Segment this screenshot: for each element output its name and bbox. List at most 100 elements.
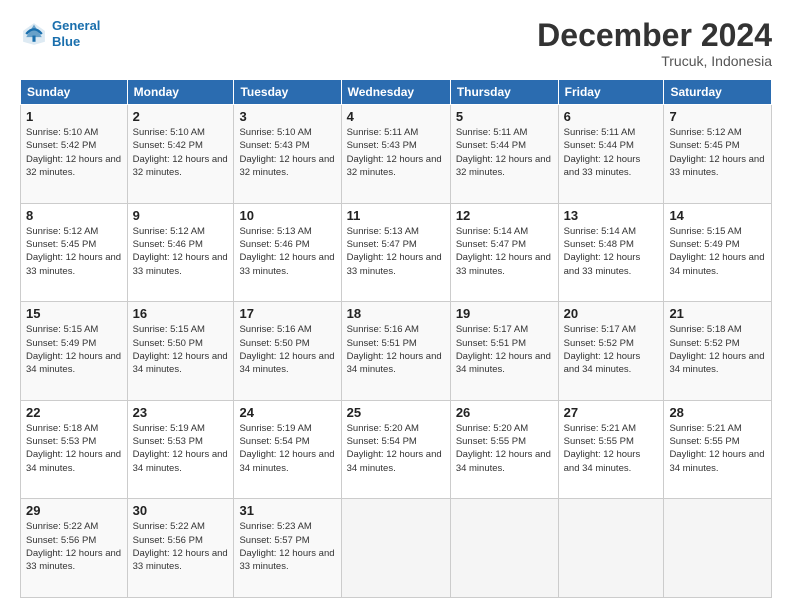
calendar-cell: 5 Sunrise: 5:11 AM Sunset: 5:44 PM Dayli… — [450, 105, 558, 204]
day-info: Sunrise: 5:11 AM Sunset: 5:43 PM Dayligh… — [347, 126, 445, 179]
calendar-body: 1 Sunrise: 5:10 AM Sunset: 5:42 PM Dayli… — [21, 105, 772, 598]
calendar-cell: 6 Sunrise: 5:11 AM Sunset: 5:44 PM Dayli… — [558, 105, 664, 204]
header-day: Sunday — [21, 80, 128, 105]
calendar-cell: 31 Sunrise: 5:23 AM Sunset: 5:57 PM Dayl… — [234, 499, 341, 598]
day-number: 21 — [669, 306, 766, 321]
sunset-label: Sunset: 5:53 PM — [133, 436, 203, 447]
day-info: Sunrise: 5:14 AM Sunset: 5:47 PM Dayligh… — [456, 225, 553, 278]
daylight-label: Daylight: 12 hours and 33 minutes. — [239, 548, 334, 572]
sunrise-label: Sunrise: 5:22 AM — [26, 521, 98, 532]
sunset-label: Sunset: 5:46 PM — [133, 239, 203, 250]
daylight-label: Daylight: 12 hours and 34 minutes. — [456, 449, 551, 473]
day-info: Sunrise: 5:22 AM Sunset: 5:56 PM Dayligh… — [133, 520, 229, 573]
sunrise-label: Sunrise: 5:19 AM — [133, 423, 205, 434]
daylight-label: Daylight: 12 hours and 34 minutes. — [26, 449, 121, 473]
day-info: Sunrise: 5:20 AM Sunset: 5:55 PM Dayligh… — [456, 422, 553, 475]
logo-text: General Blue — [52, 18, 100, 49]
sunrise-label: Sunrise: 5:11 AM — [456, 127, 528, 138]
sunrise-label: Sunrise: 5:11 AM — [347, 127, 419, 138]
day-number: 27 — [564, 405, 659, 420]
sunrise-label: Sunrise: 5:14 AM — [564, 226, 636, 237]
day-number: 28 — [669, 405, 766, 420]
calendar-cell: 15 Sunrise: 5:15 AM Sunset: 5:49 PM Dayl… — [21, 302, 128, 401]
header-day: Tuesday — [234, 80, 341, 105]
daylight-label: Daylight: 12 hours and 32 minutes. — [133, 154, 228, 178]
sunrise-label: Sunrise: 5:10 AM — [239, 127, 311, 138]
day-info: Sunrise: 5:11 AM Sunset: 5:44 PM Dayligh… — [456, 126, 553, 179]
logo-line1: General — [52, 18, 100, 33]
day-info: Sunrise: 5:11 AM Sunset: 5:44 PM Dayligh… — [564, 126, 659, 179]
day-number: 4 — [347, 109, 445, 124]
day-info: Sunrise: 5:21 AM Sunset: 5:55 PM Dayligh… — [669, 422, 766, 475]
logo-icon — [20, 20, 48, 48]
calendar-week: 1 Sunrise: 5:10 AM Sunset: 5:42 PM Dayli… — [21, 105, 772, 204]
sunset-label: Sunset: 5:55 PM — [564, 436, 634, 447]
title-block: December 2024 Trucuk, Indonesia — [537, 18, 772, 69]
sunrise-label: Sunrise: 5:10 AM — [133, 127, 205, 138]
sunset-label: Sunset: 5:47 PM — [456, 239, 526, 250]
sunrise-label: Sunrise: 5:16 AM — [347, 324, 419, 335]
day-info: Sunrise: 5:12 AM Sunset: 5:45 PM Dayligh… — [26, 225, 122, 278]
sunrise-label: Sunrise: 5:13 AM — [347, 226, 419, 237]
day-info: Sunrise: 5:16 AM Sunset: 5:50 PM Dayligh… — [239, 323, 335, 376]
day-info: Sunrise: 5:17 AM Sunset: 5:51 PM Dayligh… — [456, 323, 553, 376]
calendar-cell: 10 Sunrise: 5:13 AM Sunset: 5:46 PM Dayl… — [234, 203, 341, 302]
calendar-cell: 4 Sunrise: 5:11 AM Sunset: 5:43 PM Dayli… — [341, 105, 450, 204]
daylight-label: Daylight: 12 hours and 34 minutes. — [239, 351, 334, 375]
day-number: 31 — [239, 503, 335, 518]
sunset-label: Sunset: 5:56 PM — [133, 535, 203, 546]
calendar-cell: 19 Sunrise: 5:17 AM Sunset: 5:51 PM Dayl… — [450, 302, 558, 401]
day-info: Sunrise: 5:15 AM Sunset: 5:49 PM Dayligh… — [26, 323, 122, 376]
sunset-label: Sunset: 5:47 PM — [347, 239, 417, 250]
daylight-label: Daylight: 12 hours and 33 minutes. — [26, 252, 121, 276]
calendar-cell: 2 Sunrise: 5:10 AM Sunset: 5:42 PM Dayli… — [127, 105, 234, 204]
sunrise-label: Sunrise: 5:21 AM — [564, 423, 636, 434]
sunset-label: Sunset: 5:45 PM — [26, 239, 96, 250]
daylight-label: Daylight: 12 hours and 33 minutes. — [564, 154, 641, 178]
day-number: 22 — [26, 405, 122, 420]
daylight-label: Daylight: 12 hours and 32 minutes. — [239, 154, 334, 178]
calendar-cell: 8 Sunrise: 5:12 AM Sunset: 5:45 PM Dayli… — [21, 203, 128, 302]
header-day: Monday — [127, 80, 234, 105]
sunrise-label: Sunrise: 5:23 AM — [239, 521, 311, 532]
calendar-cell — [664, 499, 772, 598]
day-number: 29 — [26, 503, 122, 518]
daylight-label: Daylight: 12 hours and 33 minutes. — [133, 548, 228, 572]
day-number: 3 — [239, 109, 335, 124]
sunrise-label: Sunrise: 5:12 AM — [26, 226, 98, 237]
day-number: 18 — [347, 306, 445, 321]
daylight-label: Daylight: 12 hours and 32 minutes. — [456, 154, 551, 178]
day-info: Sunrise: 5:20 AM Sunset: 5:54 PM Dayligh… — [347, 422, 445, 475]
day-number: 30 — [133, 503, 229, 518]
header-day: Wednesday — [341, 80, 450, 105]
header-day: Saturday — [664, 80, 772, 105]
day-number: 17 — [239, 306, 335, 321]
day-info: Sunrise: 5:10 AM Sunset: 5:42 PM Dayligh… — [26, 126, 122, 179]
day-number: 9 — [133, 208, 229, 223]
daylight-label: Daylight: 12 hours and 32 minutes. — [26, 154, 121, 178]
daylight-label: Daylight: 12 hours and 34 minutes. — [133, 449, 228, 473]
sunset-label: Sunset: 5:49 PM — [26, 338, 96, 349]
calendar-cell: 12 Sunrise: 5:14 AM Sunset: 5:47 PM Dayl… — [450, 203, 558, 302]
sunrise-label: Sunrise: 5:17 AM — [456, 324, 528, 335]
month-title: December 2024 — [537, 18, 772, 53]
day-info: Sunrise: 5:14 AM Sunset: 5:48 PM Dayligh… — [564, 225, 659, 278]
day-number: 19 — [456, 306, 553, 321]
calendar-cell — [558, 499, 664, 598]
daylight-label: Daylight: 12 hours and 33 minutes. — [347, 252, 442, 276]
sunset-label: Sunset: 5:42 PM — [26, 140, 96, 151]
daylight-label: Daylight: 12 hours and 34 minutes. — [347, 449, 442, 473]
sunset-label: Sunset: 5:54 PM — [347, 436, 417, 447]
day-number: 20 — [564, 306, 659, 321]
sunrise-label: Sunrise: 5:14 AM — [456, 226, 528, 237]
daylight-label: Daylight: 12 hours and 34 minutes. — [239, 449, 334, 473]
sunrise-label: Sunrise: 5:22 AM — [133, 521, 205, 532]
daylight-label: Daylight: 12 hours and 34 minutes. — [347, 351, 442, 375]
calendar-week: 8 Sunrise: 5:12 AM Sunset: 5:45 PM Dayli… — [21, 203, 772, 302]
daylight-label: Daylight: 12 hours and 33 minutes. — [133, 252, 228, 276]
day-number: 7 — [669, 109, 766, 124]
calendar-cell: 1 Sunrise: 5:10 AM Sunset: 5:42 PM Dayli… — [21, 105, 128, 204]
sunset-label: Sunset: 5:55 PM — [669, 436, 739, 447]
sunset-label: Sunset: 5:44 PM — [564, 140, 634, 151]
calendar-cell: 28 Sunrise: 5:21 AM Sunset: 5:55 PM Dayl… — [664, 400, 772, 499]
